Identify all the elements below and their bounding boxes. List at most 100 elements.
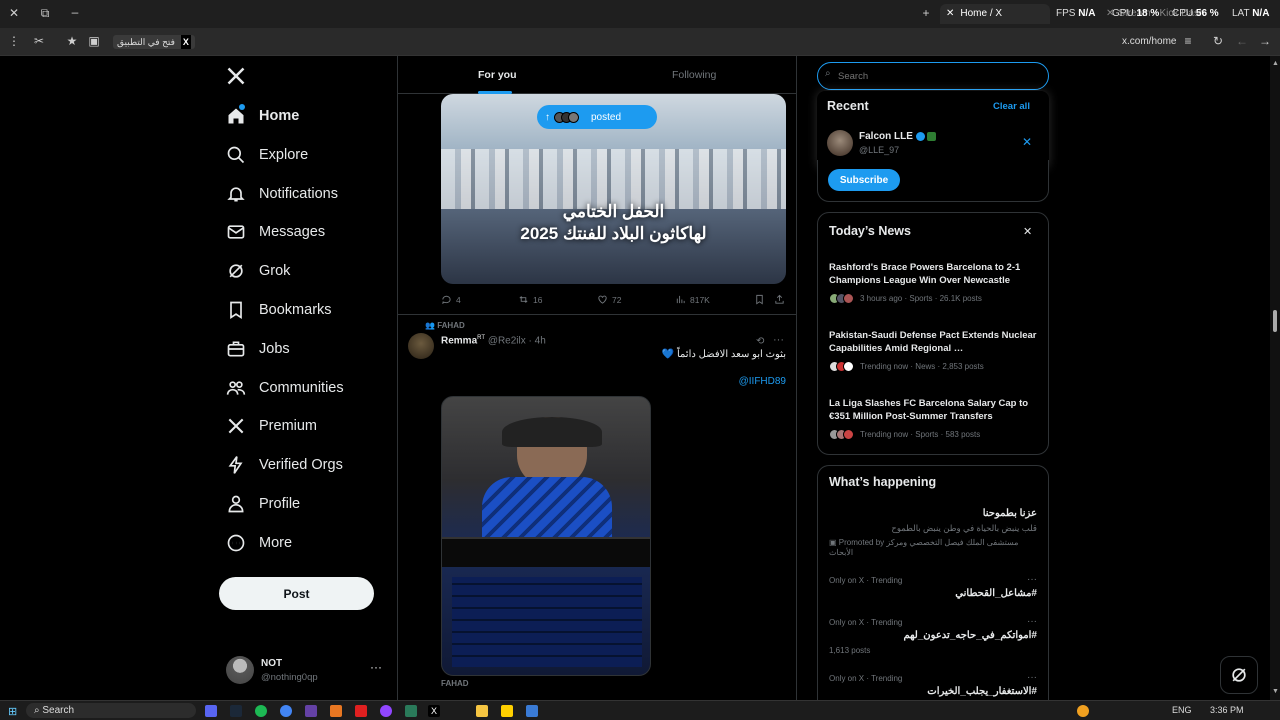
back-icon[interactable]: ← <box>1234 34 1250 50</box>
nav-item-messages[interactable]: Messages <box>226 217 325 247</box>
tab-for-you[interactable]: For you <box>478 69 517 81</box>
new-tab-icon[interactable]: + <box>918 6 934 22</box>
x-logo-icon[interactable] <box>226 66 246 89</box>
avatar <box>827 130 853 156</box>
more-dots-icon[interactable]: ··· <box>370 660 382 674</box>
taskbar-search[interactable]: ⌕ Search <box>26 703 196 718</box>
news-item-title[interactable]: Rashford's Brace Powers Barcelona to 2-1… <box>829 261 1041 287</box>
nav-item-communities[interactable]: Communities <box>226 373 344 403</box>
star-icon[interactable]: ★ <box>64 34 80 50</box>
recent-item[interactable]: Falcon LLE @LLE_97 ✕ <box>817 127 1049 161</box>
nav-item-verified-orgs[interactable]: Verified Orgs <box>226 450 343 480</box>
reader-icon[interactable]: ≡ <box>1180 34 1196 50</box>
subscribe-button[interactable]: Subscribe <box>828 169 900 191</box>
more-dots-icon[interactable]: ··· <box>1027 616 1037 627</box>
author-avatar[interactable] <box>408 333 434 359</box>
spotify-icon[interactable] <box>255 705 267 717</box>
nav-item-explore[interactable]: Explore <box>226 140 308 170</box>
minimize-icon[interactable]: – <box>67 5 83 21</box>
tab-switch-icon[interactable]: ⧉ <box>37 6 53 22</box>
whats-happening-title: What’s happening <box>829 475 937 489</box>
mention-link[interactable]: @IIFHD89 <box>441 376 786 387</box>
nav-item-profile[interactable]: Profile <box>226 489 300 519</box>
extension-icon[interactable]: ✂ <box>31 34 47 50</box>
like-button[interactable]: 72 <box>597 294 621 305</box>
app-icon[interactable] <box>405 705 417 717</box>
nav-item-jobs[interactable]: Jobs <box>226 334 290 364</box>
clear-all-button[interactable]: Clear all <box>993 101 1030 112</box>
close-icon[interactable]: ✕ <box>6 6 22 22</box>
language-indicator[interactable]: ENG <box>1172 705 1192 715</box>
app-icon[interactable] <box>305 705 317 717</box>
lightning-icon <box>228 456 243 474</box>
post-divider <box>398 314 796 315</box>
app-icon[interactable] <box>526 705 538 717</box>
youtube-icon[interactable] <box>355 705 367 717</box>
share-button[interactable] <box>774 294 785 305</box>
tab-following[interactable]: Following <box>672 69 716 81</box>
page-scrollbar[interactable]: ▲ ▼ <box>1270 56 1280 700</box>
search-input[interactable] <box>838 68 1038 84</box>
more-dots-icon[interactable]: ··· <box>773 334 784 346</box>
views-button[interactable]: 817K <box>675 294 710 305</box>
nav-item-premium[interactable]: Premium <box>226 411 317 441</box>
more-dots-icon[interactable]: ··· <box>1027 574 1037 585</box>
video-context: FAHAD <box>441 679 469 688</box>
new-posts-pill[interactable]: ↑ posted <box>537 105 657 129</box>
post-video[interactable] <box>441 396 651 676</box>
browser-tab-bar: ✕ ⧉ – + ✕Home / X ✕Stream - Kick Dashboa… <box>0 0 1280 28</box>
remove-icon[interactable]: ✕ <box>1022 135 1032 149</box>
url-field[interactable]: x.com/home <box>1122 36 1176 47</box>
discord-icon[interactable] <box>205 705 217 717</box>
more-dots-icon[interactable]: ··· <box>1027 672 1037 683</box>
trend-hashtag[interactable]: #مشاعل_القحطاني <box>955 588 1037 599</box>
scroll-up-icon[interactable]: ▲ <box>1272 60 1279 67</box>
tab-home-x[interactable]: ✕ Home / X <box>940 4 1050 24</box>
trend-hashtag[interactable]: #امواتكم_في_حاجه_تدعون_لهم <box>903 630 1037 641</box>
account-switcher[interactable]: NOT @nothing0qp ··· <box>226 656 386 686</box>
grok-fab-button[interactable] <box>1220 656 1258 694</box>
bookmark-button[interactable] <box>754 294 765 305</box>
reload-icon[interactable]: ↻ <box>1210 34 1226 50</box>
app-icon[interactable] <box>501 705 513 717</box>
nav-item-grok[interactable]: Grok <box>226 256 290 286</box>
start-icon[interactable]: ⊞ <box>8 705 17 718</box>
app-icon[interactable] <box>330 705 342 717</box>
folder-icon[interactable] <box>476 705 488 717</box>
grok-icon[interactable]: ⟲ <box>756 336 764 347</box>
chrome-icon[interactable] <box>280 705 292 717</box>
tray-icon[interactable] <box>1077 705 1089 717</box>
scroll-down-icon[interactable]: ▼ <box>1272 688 1279 695</box>
page-icon[interactable]: ▣ <box>86 34 102 50</box>
nav-item-bookmarks[interactable]: Bookmarks <box>226 295 332 325</box>
steam-icon[interactable] <box>230 705 242 717</box>
menu-dots-icon[interactable]: ⋮ <box>6 34 22 50</box>
forward-icon[interactable]: → <box>1257 34 1273 50</box>
post-time: · 4h <box>528 335 546 347</box>
news-item-title[interactable]: Pakistan-Saudi Defense Pact Extends Nucl… <box>829 329 1041 355</box>
clock[interactable]: 3:36 PM <box>1210 705 1244 715</box>
nav-item-home[interactable]: Home <box>226 101 299 131</box>
x-logo-icon[interactable]: X <box>428 705 440 717</box>
x-logo-icon: X <box>180 35 191 49</box>
recent-searches-dropdown: Recent Clear all Falcon LLE @LLE_97 ✕ <box>817 91 1049 169</box>
scrollbar-thumb[interactable] <box>1273 310 1277 332</box>
app-icon[interactable] <box>380 705 392 717</box>
open-in-app-button[interactable]: فتح في التطبيق X <box>113 35 195 49</box>
promo-title[interactable]: عزنا بطموحنا <box>983 508 1037 519</box>
search-box[interactable]: ⌕ <box>817 62 1049 90</box>
post-button[interactable]: Post <box>219 577 374 610</box>
news-item-title[interactable]: La Liga Slashes FC Barcelona Salary Cap … <box>829 397 1041 423</box>
nav-item-more[interactable]: More <box>226 528 292 558</box>
close-icon[interactable]: ✕ <box>946 8 954 19</box>
person-icon <box>228 495 244 513</box>
nav-item-notifications[interactable]: Notifications <box>226 179 338 209</box>
author-handle[interactable]: @Re2ilx <box>488 335 526 346</box>
people-icon: 👥 <box>425 321 435 330</box>
author-name[interactable]: Remma <box>441 335 477 346</box>
crowd-graphic <box>441 149 786 209</box>
close-icon[interactable]: ✕ <box>1023 225 1032 238</box>
reply-button[interactable]: 4 <box>441 294 461 305</box>
repost-button[interactable]: 16 <box>518 294 542 305</box>
trend-hashtag[interactable]: #الاستغفار_يجلب_الخيرات <box>927 686 1037 697</box>
